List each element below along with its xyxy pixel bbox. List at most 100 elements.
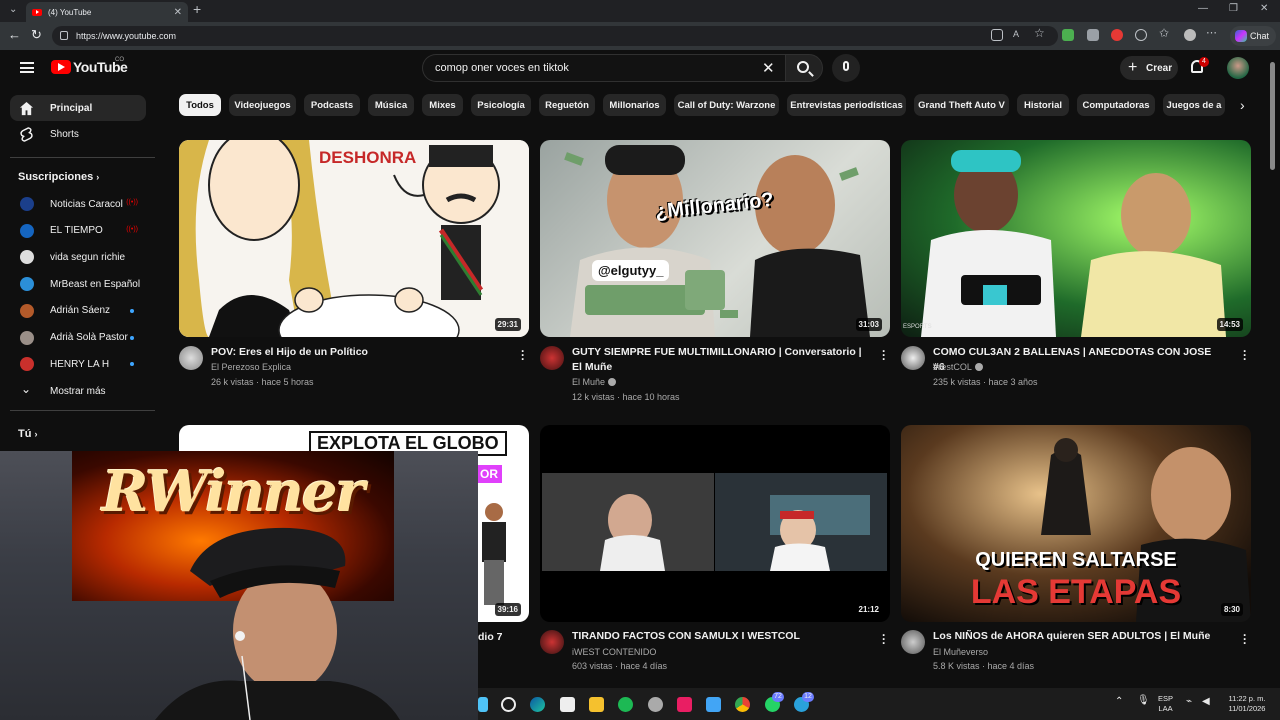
profile-icon[interactable] [1184, 29, 1196, 41]
filter-chip[interactable]: Podcasts [304, 94, 360, 116]
close-tab-icon[interactable]: ✕ [174, 7, 182, 18]
edge-browser-icon[interactable] [530, 697, 545, 712]
volume-icon[interactable]: ◀ [1202, 697, 1210, 707]
app-install-icon[interactable] [991, 29, 1003, 41]
address-bar[interactable]: https://www.youtube.com [52, 26, 1058, 46]
filter-chip[interactable]: Todos [179, 94, 221, 116]
channel-name[interactable]: El Perezoso Explica [211, 360, 291, 374]
chrome-icon[interactable] [735, 697, 750, 712]
video-title[interactable]: dio 7 [478, 630, 518, 645]
app-icon[interactable] [648, 697, 663, 712]
filter-chip[interactable]: Millonarios [603, 94, 666, 116]
create-button[interactable]: + Crear [1120, 56, 1178, 80]
channel-name[interactable]: iWEST CONTENIDO [572, 645, 656, 659]
filter-chip[interactable]: Entrevistas periodísticas [787, 94, 906, 116]
maximize-icon[interactable]: ❐ [1229, 3, 1238, 14]
favorite-star-icon[interactable]: ☆ [1034, 26, 1046, 40]
download-extension-icon[interactable] [1062, 29, 1074, 41]
spotify-icon[interactable] [618, 697, 633, 712]
channel-avatar[interactable] [540, 630, 564, 654]
tab-list-icon[interactable]: ⌄ [9, 4, 17, 15]
filter-chip[interactable]: Grand Theft Auto V [914, 94, 1009, 116]
video-thumbnail[interactable]: QUIEREN SALTARSE LAS ETAPAS 8:30 [901, 425, 1251, 622]
show-more-button[interactable]: ⌄ Mostrar más [10, 378, 146, 404]
filter-chip[interactable]: Mixes [422, 94, 463, 116]
filter-chip[interactable]: Call of Duty: Warzone [674, 94, 779, 116]
video-thumbnail[interactable]: ¿Millonario? @elgutyy_ 31:03 [540, 140, 890, 337]
tray-overflow-icon[interactable]: ⌃ [1115, 697, 1123, 707]
filter-chip[interactable]: Música [368, 94, 414, 116]
windows-search-icon[interactable] [501, 697, 516, 712]
channel-name[interactable]: El Muñe [572, 375, 617, 389]
sidebar-item-label: Shorts [50, 128, 79, 140]
sidebar-subscription-item[interactable]: HENRY LA H [10, 351, 146, 377]
filter-chip[interactable]: Reguetón [539, 94, 595, 116]
sidebar-subscription-item[interactable]: Adrián Sáenz [10, 298, 146, 324]
channel-avatar[interactable] [901, 346, 925, 370]
sidebar-item-shorts[interactable]: Shorts [10, 121, 146, 147]
new-tab-button[interactable]: + [193, 1, 201, 17]
video-title[interactable]: POV: Eres el Hijo de un Político [211, 345, 501, 360]
channel-name[interactable]: El Muñeverso [933, 645, 988, 659]
photos-icon[interactable] [706, 697, 721, 712]
you-heading[interactable]: Tú › [18, 428, 38, 440]
hamburger-menu-icon[interactable] [20, 62, 34, 73]
search-input[interactable]: comop oner voces en tiktok [422, 54, 785, 82]
sidebar-subscription-item[interactable]: Adrià Solà Pastor [10, 325, 146, 351]
search-button[interactable] [785, 54, 823, 82]
video-thumbnail[interactable]: ESPORTS 14:53 [901, 140, 1251, 337]
read-aloud-icon[interactable]: A [1013, 29, 1025, 41]
voice-search-button[interactable] [832, 54, 860, 82]
more-actions-icon[interactable]: · · · [879, 345, 889, 365]
file-explorer-icon[interactable] [589, 697, 604, 712]
filter-chip[interactable]: Computadoras [1077, 94, 1155, 116]
account-avatar[interactable] [1227, 57, 1249, 79]
clock[interactable]: 11:22 p. m. 11/01/2026 [1222, 694, 1272, 714]
window-close-icon[interactable]: ✕ [1260, 3, 1268, 14]
channel-name[interactable]: WestCOL [933, 360, 983, 374]
browser-tab[interactable]: (4) YouTube ✕ [26, 2, 188, 22]
store-icon[interactable] [560, 697, 575, 712]
sidebar-subscription-item[interactable]: vida segun richie [10, 244, 146, 270]
filter-chip[interactable]: Historial [1017, 94, 1069, 116]
video-title[interactable]: TIRANDO FACTOS CON SAMULX I WESTCOL [572, 629, 862, 644]
channel-avatar[interactable] [540, 346, 564, 370]
favorites-icon[interactable]: ✩ [1159, 26, 1171, 40]
scrollbar-thumb[interactable] [1270, 62, 1275, 170]
sidebar-item-principal[interactable]: Principal [10, 95, 146, 121]
tray-mic-icon[interactable]: 🎙 [1137, 696, 1150, 706]
video-thumbnail[interactable]: 21:12 [540, 425, 890, 622]
back-icon[interactable]: ← [8, 27, 21, 42]
more-actions-icon[interactable]: · · · [879, 629, 889, 649]
copilot-chat-button[interactable]: Chat [1230, 26, 1276, 46]
subscriptions-heading[interactable]: Suscripciones › [18, 171, 99, 183]
tiktok-icon[interactable] [677, 697, 692, 712]
more-options-icon[interactable]: ⋯ [1206, 26, 1218, 39]
channel-avatar[interactable] [179, 346, 203, 370]
video-title[interactable]: Los NIÑOS de AHORA quieren SER ADULTOS |… [933, 629, 1223, 644]
chips-next-icon[interactable]: › [1240, 97, 1245, 113]
video-title[interactable]: GUTY SIEMPRE FUE MULTIMILLONARIO | Conve… [572, 345, 862, 375]
reload-icon[interactable]: ↻ [31, 27, 42, 43]
filter-chip[interactable]: Psicología [471, 94, 531, 116]
filter-chip[interactable]: Videojuegos [229, 94, 296, 116]
language-indicator[interactable]: ESP LAA [1158, 694, 1173, 714]
sidebar-subscription-item[interactable]: MrBeast en Español [10, 271, 146, 297]
more-actions-icon[interactable]: · · · [1240, 629, 1250, 649]
extension-icon[interactable] [1087, 29, 1099, 41]
task-view-icon[interactable] [478, 697, 488, 712]
adblock-extension-icon[interactable] [1111, 29, 1123, 41]
youtube-logo-icon[interactable] [51, 60, 71, 74]
more-actions-icon[interactable]: · · · [1240, 345, 1250, 365]
channel-avatar[interactable] [901, 630, 925, 654]
sidebar-subscription-item[interactable]: Noticias Caracol ((•)) [10, 191, 146, 217]
network-icon[interactable]: ⌁ [1186, 697, 1192, 707]
clear-search-icon[interactable]: ✕ [762, 59, 775, 77]
video-thumbnail[interactable]: DESHONRA 29:31 [179, 140, 529, 337]
extensions-puzzle-icon[interactable] [1135, 29, 1147, 41]
filter-chip[interactable]: Juegos de a [1163, 94, 1225, 116]
video-duration: 31:03 [855, 318, 882, 331]
minimize-icon[interactable]: — [1198, 3, 1208, 14]
more-actions-icon[interactable]: · · · [518, 345, 528, 365]
sidebar-subscription-item[interactable]: EL TIEMPO ((•)) [10, 218, 146, 244]
